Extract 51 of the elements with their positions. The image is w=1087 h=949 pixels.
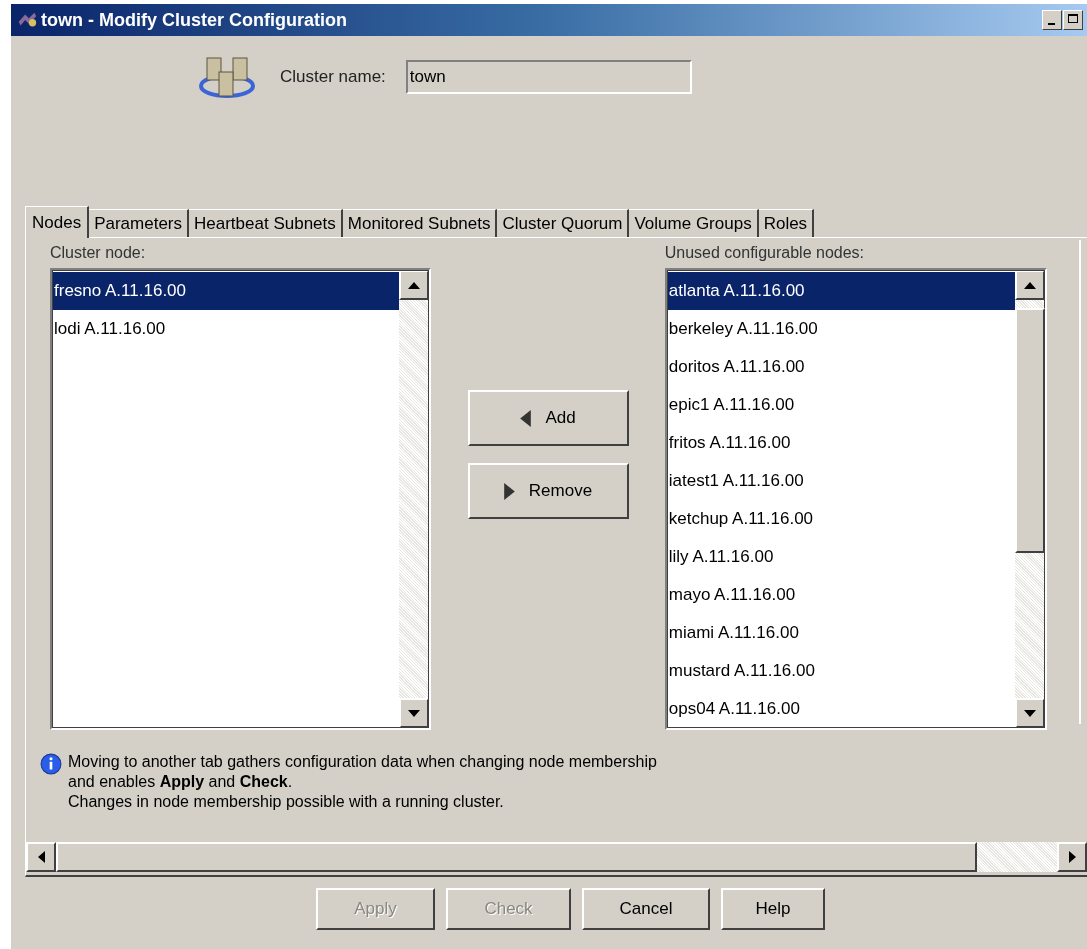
info-icon: [40, 753, 62, 775]
dialog-button: Check: [446, 888, 571, 930]
info-text: and enables Apply and Check.: [68, 772, 294, 792]
vertical-scrollbar[interactable]: [399, 270, 430, 728]
list-item[interactable]: lily A.11.16.00: [666, 538, 1015, 576]
unused-node-list[interactable]: [664, 268, 1047, 730]
vertical-scrollbar[interactable]: [1015, 270, 1045, 728]
list-item[interactable]: berkeley A.11.16.00: [666, 310, 1015, 348]
dialog-button[interactable]: Help: [721, 888, 825, 930]
left-triangle-icon: [520, 409, 532, 427]
right-triangle-icon: [503, 482, 515, 500]
tab[interactable]: Nodes: [25, 206, 90, 238]
scroll-down-button[interactable]: [1015, 698, 1045, 728]
list-item[interactable]: epic1 A.11.16.00: [666, 386, 1015, 424]
list-item[interactable]: atlanta A.11.16.00: [666, 272, 1015, 310]
scroll-left-button[interactable]: [26, 842, 56, 872]
scrollbar-thumb[interactable]: [1015, 308, 1045, 553]
scroll-down-button[interactable]: [399, 698, 430, 728]
info-text: Moving to another tab gathers configuration data when changing node membership: [68, 752, 657, 772]
tab[interactable]: Heartbeat Subnets: [189, 209, 343, 237]
tab[interactable]: Parameters: [89, 209, 189, 237]
info-text: Changes in node membership possible with a running cluster.: [68, 792, 505, 812]
scroll-up-button[interactable]: [399, 270, 430, 300]
dialog-button[interactable]: Cancel: [582, 888, 710, 930]
list-item[interactable]: doritos A.11.16.00: [666, 348, 1015, 386]
maximize-button[interactable]: [1063, 10, 1083, 30]
list-item[interactable]: iatest1 A.11.16.00: [666, 462, 1015, 500]
list-item[interactable]: mayo A.11.16.00: [666, 576, 1015, 614]
list-item[interactable]: fritos A.11.16.00: [666, 424, 1015, 462]
cluster-name-field[interactable]: town: [405, 60, 692, 94]
tab[interactable]: Volume Groups: [629, 209, 759, 237]
list-label: Cluster node:: [50, 244, 147, 262]
window-title: town - Modify Cluster Configuration: [41, 9, 348, 31]
list-item[interactable]: ops04 A.11.16.00: [666, 690, 1015, 728]
list-label: Unused configurable nodes:: [664, 244, 865, 262]
tab[interactable]: Roles: [758, 209, 815, 237]
add-button[interactable]: Add: [467, 390, 629, 446]
dialog-button: Apply: [316, 888, 435, 930]
tab[interactable]: Cluster Quorum: [497, 209, 630, 237]
cluster-name-label: Cluster name:: [280, 67, 386, 87]
list-item[interactable]: miami A.11.16.00: [666, 614, 1015, 652]
list-item[interactable]: lodi A.11.16.00: [52, 310, 400, 348]
list-item[interactable]: ketchup A.11.16.00: [666, 500, 1015, 538]
scroll-right-button[interactable]: [1057, 842, 1087, 872]
remove-button[interactable]: Remove: [467, 463, 629, 519]
tab[interactable]: Monitored Subnets: [342, 209, 498, 237]
list-item[interactable]: fresno A.11.16.00: [52, 272, 400, 310]
scroll-up-button[interactable]: [1015, 270, 1045, 300]
minimize-button[interactable]: [1042, 10, 1062, 30]
list-item[interactable]: mustard A.11.16.00: [666, 652, 1015, 690]
cluster-node-list[interactable]: fresno A.11.16.00 lodi A.11.16.00: [50, 268, 432, 730]
